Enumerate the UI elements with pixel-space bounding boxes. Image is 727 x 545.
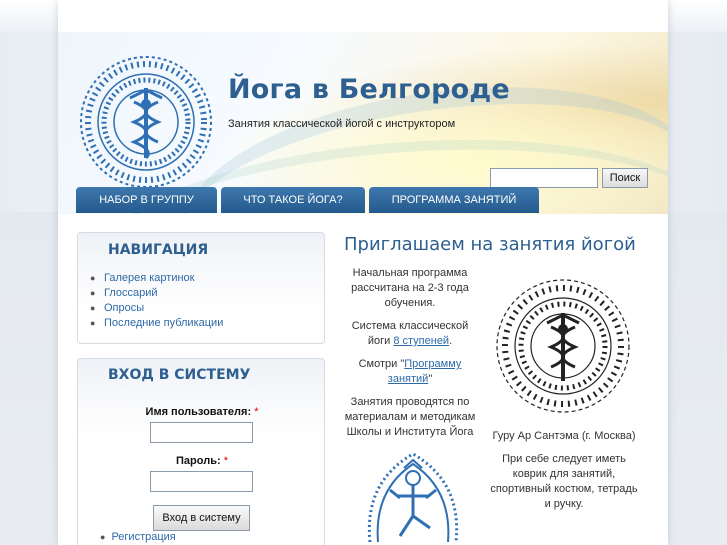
bring-items-note: При себе следует иметь коврик для заняти… (490, 453, 638, 510)
system-text: Система классической йоги 8 ступеней. (351, 320, 469, 347)
see-program-text: Смотри "Программу занятий" (358, 358, 462, 385)
site-title[interactable]: Йога в Белгороде (228, 74, 510, 105)
bullet-icon: ● (90, 273, 96, 283)
bullet-icon: ● (90, 303, 96, 313)
nataraja-image (367, 452, 459, 543)
required-mark: * (223, 455, 228, 467)
yantra-image (494, 277, 632, 415)
register-link[interactable]: ● Регистрация (100, 531, 176, 543)
primary-tabs: НАБОР В ГРУППУ ЧТО ТАКОЕ ЙОГА? ПРОГРАММА… (76, 187, 543, 213)
login-button[interactable]: Вход в систему (153, 505, 250, 531)
site-slogan: Занятия классической йогой с инструкторо… (228, 118, 456, 130)
login-block: ВХОД В СИСТЕМУ Имя пользователя: * Парол… (77, 358, 325, 545)
bullet-icon: ● (90, 318, 96, 328)
search-button[interactable]: Поиск (602, 168, 648, 188)
nav-item-gallery[interactable]: ● Галерея картинок (90, 271, 223, 286)
site-logo-icon[interactable] (78, 54, 214, 190)
eight-steps-link[interactable]: 8 ступеней (393, 335, 449, 347)
username-label: Имя пользователя: * (145, 406, 259, 418)
login-title: ВХОД В СИСТЕМУ (108, 367, 251, 383)
password-label: Пароль: * (176, 455, 228, 467)
bullet-icon: ● (90, 288, 96, 298)
username-field[interactable] (150, 422, 253, 443)
tab-recruitment[interactable]: НАБОР В ГРУППУ (76, 187, 217, 213)
tab-program[interactable]: ПРОГРАММА ЗАНЯТИЙ (369, 187, 539, 213)
nav-item-polls[interactable]: ● Опросы (90, 301, 223, 316)
bullet-icon: ● (100, 532, 106, 542)
required-mark: * (254, 406, 259, 418)
page-container: Йога в Белгороде Занятия классической йо… (58, 0, 668, 545)
navigation-title: НАВИГАЦИЯ (108, 242, 209, 258)
content-right-column: Гуру Ар Сантэма (г. Москва) При себе сле… (490, 277, 638, 512)
content-title: Приглашаем на занятия йогой (344, 234, 636, 255)
content-left-column: Начальная программа рассчитана на 2-3 го… (342, 266, 478, 448)
nav-item-glossary[interactable]: ● Глоссарий (90, 286, 223, 301)
search-input[interactable] (490, 168, 598, 188)
password-field[interactable] (150, 471, 253, 492)
program-duration-text: Начальная программа рассчитана на 2-3 го… (351, 267, 469, 309)
tab-what-is-yoga[interactable]: ЧТО ТАКОЕ ЙОГА? (221, 187, 365, 213)
navigation-block: НАВИГАЦИЯ ● Галерея картинок ● Глоссарий ●… (77, 232, 325, 344)
guru-caption: Гуру Ар Сантэма (г. Москва) (492, 430, 636, 442)
nav-item-recent-posts[interactable]: ● Последние публикации (90, 316, 223, 331)
navigation-list: ● Галерея картинок ● Глоссарий ● Опросы ● По… (90, 271, 223, 331)
